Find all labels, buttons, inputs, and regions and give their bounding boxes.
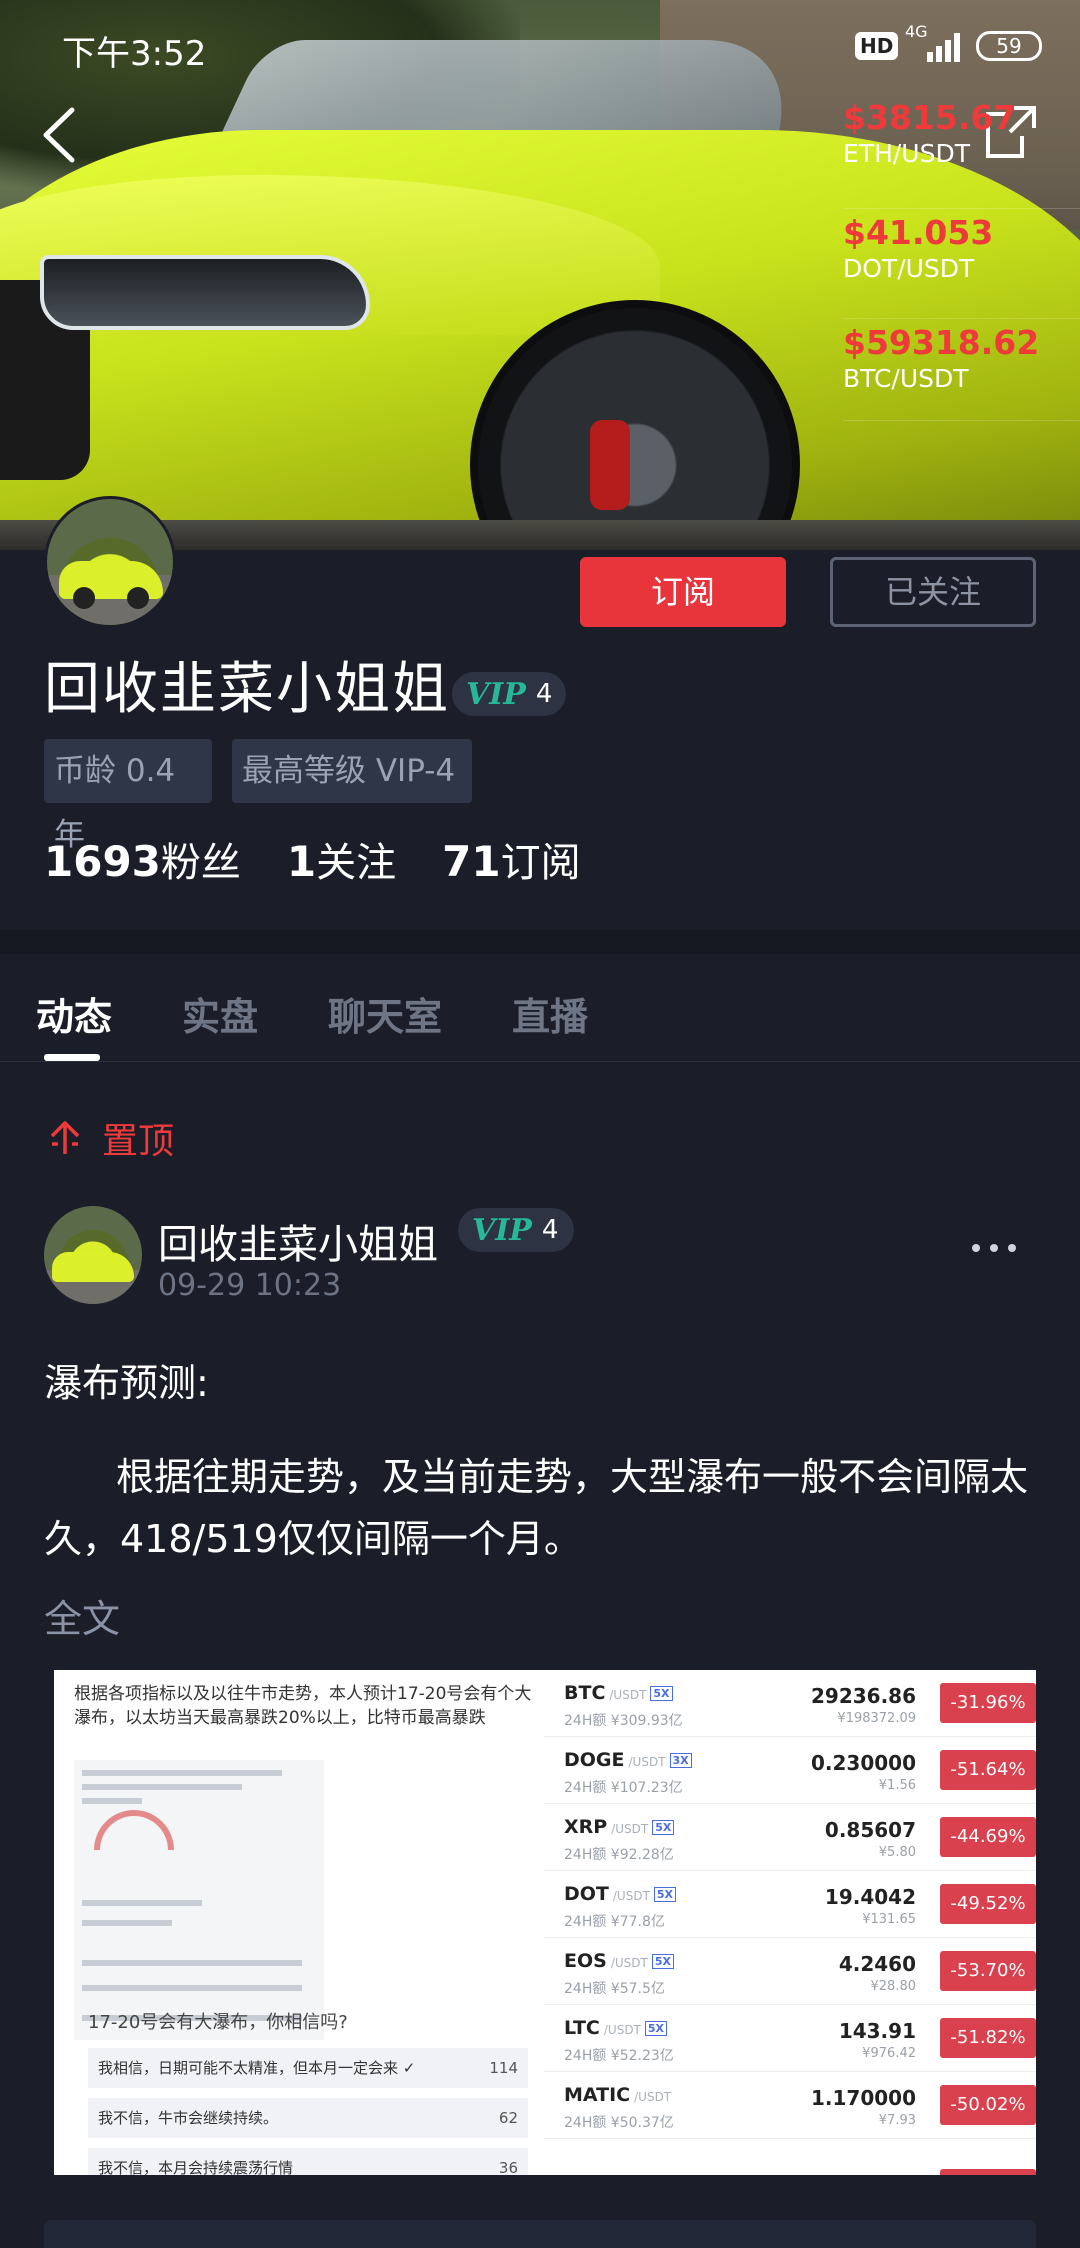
image-market-list: BTC/USDT 5X 24H额 ¥309.93亿 29236.86 ¥19837… <box>544 1670 1036 2175</box>
vip-mark: VIP <box>466 676 526 712</box>
vip-badge: VIP 4 <box>458 1208 574 1252</box>
next-card <box>44 2220 1036 2248</box>
vip-badge: VIP 4 <box>452 672 566 716</box>
poll-question: 17-20号会有大瀑布，你相信吗? <box>88 2012 348 2033</box>
ticker-btc[interactable]: $59318.62 BTC/USDT <box>843 318 1080 428</box>
status-bar: 下午3:52 HD 4G 59 <box>0 0 1080 90</box>
post-body: 根据往期走势，及当前走势，大型瀑布一般不会间隔太久，418/519仅仅间隔一个月… <box>44 1455 1029 1561</box>
vip-mark: VIP <box>472 1212 532 1248</box>
post-title: 瀑布预测: <box>44 1361 209 1405</box>
image-caption: 根据各项指标以及以往牛市走势，本人预计17-20号会有个大瀑布，以太坊当天最高暴… <box>74 1684 532 1728</box>
back-icon[interactable] <box>34 100 84 170</box>
following-stat[interactable]: 1关注 <box>287 830 396 890</box>
ticker-pair: ETH/USDT <box>843 139 970 168</box>
tab-chatroom[interactable]: 聊天室 <box>328 986 442 1041</box>
market-row: BTC/USDT 5X 24H额 ¥309.93亿 29236.86 ¥19837… <box>544 1670 1036 1737</box>
image-thumbnail <box>74 1760 324 2040</box>
tab-indicator <box>44 1054 100 1061</box>
battery-icon: 59 <box>976 31 1042 61</box>
tab-bar: 动态 实盘 聊天室 直播 <box>0 960 1080 1062</box>
following-button[interactable]: 已关注 <box>830 557 1036 627</box>
vip-level: 4 <box>541 1215 559 1245</box>
pinned-label: 置顶 <box>48 1108 174 1168</box>
poll-option: 我相信，日期可能不太精准，但本月一定会来 ✓ 114 <box>88 2048 528 2088</box>
section-divider <box>0 930 1080 954</box>
ticker-dot[interactable]: $41.053 DOT/USDT <box>843 208 1080 318</box>
pin-up-icon <box>50 1121 80 1154</box>
profile-page: 下午3:52 HD 4G 59 $3815.67 ETH/USDT $41.05… <box>0 0 1080 2248</box>
followers-stat[interactable]: 1693粉丝 <box>44 830 241 890</box>
tab-livestream[interactable]: 直播 <box>512 986 588 1041</box>
vip-level: 4 <box>535 679 553 709</box>
market-row: EOS/USDT 5X 24H额 ¥57.5亿 4.2460 ¥28.80 -53… <box>544 1938 1036 2005</box>
ticker-pair: BTC/USDT <box>843 364 969 393</box>
ticker-divider <box>843 420 1080 422</box>
market-row: DOGE/USDT 3X 24H额 ¥107.23亿 0.230000 ¥1.56… <box>544 1737 1036 1804</box>
poll-option: 我不信，本月会持续震荡行情 36 <box>88 2148 528 2175</box>
market-row-partial <box>544 2139 1036 2175</box>
post-image[interactable]: 根据各项指标以及以往牛市走势，本人预计17-20号会有个大瀑布，以太坊当天最高暴… <box>54 1670 1036 2175</box>
ticker-price: $41.053 <box>843 213 994 252</box>
avatar[interactable] <box>44 496 176 628</box>
profile-stats: 1693粉丝 1关注 71订阅 <box>44 830 627 890</box>
image-left-panel: 根据各项指标以及以往牛市走势，本人预计17-20号会有个大瀑布，以太坊当天最高暴… <box>54 1670 544 2175</box>
ticker-price: $59318.62 <box>843 323 1040 362</box>
status-time: 下午3:52 <box>62 34 207 74</box>
max-level-tag: 最高等级 VIP-4 <box>232 739 472 803</box>
market-row: DOT/USDT 5X 24H额 ¥77.8亿 19.4042 ¥131.65 -… <box>544 1871 1036 1938</box>
market-row: MATIC/USDT 24H额 ¥50.37亿 1.170000 ¥7.93 -… <box>544 2072 1036 2139</box>
market-row: XRP/USDT 5X 24H额 ¥92.28亿 0.85607 ¥5.80 -4… <box>544 1804 1036 1871</box>
hd-badge: HD <box>855 32 899 60</box>
ticker-price: $3815.67 <box>843 98 1017 137</box>
post-author[interactable]: 回收韭菜小姐姐 <box>158 1212 438 1270</box>
post-timestamp: 09-29 10:23 <box>158 1268 342 1303</box>
full-text-link[interactable]: 全文 <box>44 1588 120 1643</box>
subscriptions-stat[interactable]: 71订阅 <box>442 830 580 890</box>
poll-option: 我不信，牛市会继续持续。 62 <box>88 2098 528 2138</box>
market-row: LTC/USDT 5X 24H额 ¥52.23亿 143.91 ¥976.42 -… <box>544 2005 1036 2072</box>
coin-age-tag: 币龄 0.4年 <box>44 739 212 853</box>
profile-name: 回收韭菜小姐姐 <box>44 657 450 722</box>
ticker-eth[interactable]: $3815.67 ETH/USDT <box>843 98 1080 208</box>
post-avatar[interactable] <box>44 1206 142 1304</box>
subscribe-button[interactable]: 订阅 <box>580 557 786 627</box>
tab-feed[interactable]: 动态 <box>36 986 112 1041</box>
signal-icon <box>927 33 960 62</box>
ticker-pair: DOT/USDT <box>843 254 975 283</box>
more-options-icon[interactable] <box>970 1240 1018 1256</box>
tab-live-trading[interactable]: 实盘 <box>182 986 258 1041</box>
